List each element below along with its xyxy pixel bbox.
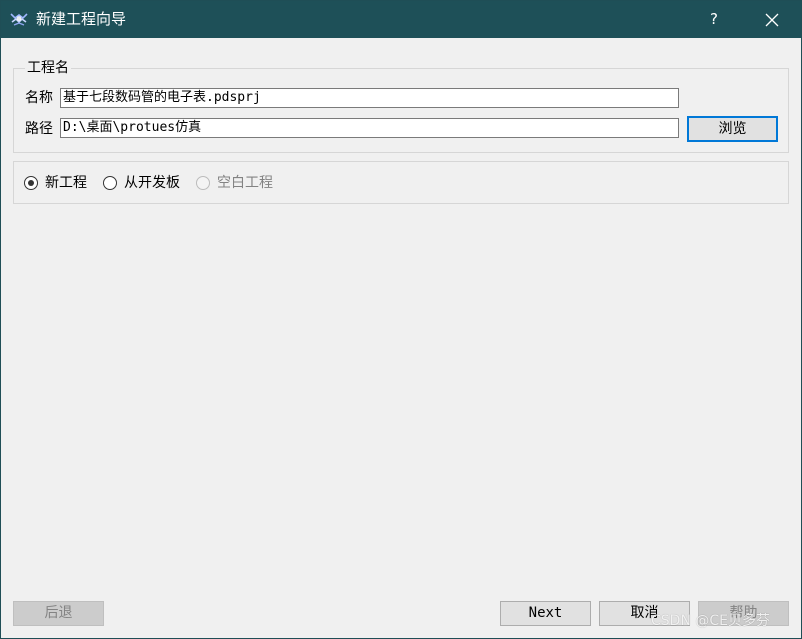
close-button[interactable] — [753, 1, 791, 38]
radio-new-project[interactable]: 新工程 — [24, 174, 87, 192]
radio-indicator — [24, 176, 38, 190]
radio-label: 从开发板 — [124, 175, 180, 191]
title-help-button[interactable]: ? — [697, 1, 731, 38]
next-button[interactable]: Next — [500, 601, 591, 626]
radio-label: 新工程 — [45, 175, 87, 191]
radio-indicator — [196, 176, 210, 190]
name-label: 名称 — [25, 90, 53, 106]
project-name-group-title: 工程名 — [25, 60, 71, 76]
path-input[interactable]: D:\桌面\protues仿真 — [60, 118, 679, 138]
project-type-group: 新工程 从开发板 空白工程 — [13, 161, 789, 204]
radio-indicator — [103, 176, 117, 190]
new-project-wizard-dialog: 新建工程向导 ? 工程名 名称 基于七段数码管的电子表.pdsprj 路径 D:… — [0, 0, 802, 639]
project-name-group — [13, 68, 789, 153]
back-button[interactable]: 后退 — [13, 601, 104, 626]
path-label: 路径 — [25, 121, 53, 137]
app-logo-icon — [9, 10, 29, 28]
radio-label: 空白工程 — [217, 175, 273, 191]
radio-blank-project[interactable]: 空白工程 — [196, 174, 273, 192]
close-icon — [765, 13, 779, 27]
watermark-text: CSDN @CE贝多芬 — [651, 613, 770, 629]
window-title: 新建工程向导 — [36, 10, 127, 28]
name-input[interactable]: 基于七段数码管的电子表.pdsprj — [60, 88, 679, 108]
radio-from-dev-board[interactable]: 从开发板 — [103, 174, 180, 192]
browse-button[interactable]: 浏览 — [687, 116, 778, 142]
title-bar[interactable]: 新建工程向导 ? — [1, 1, 801, 38]
